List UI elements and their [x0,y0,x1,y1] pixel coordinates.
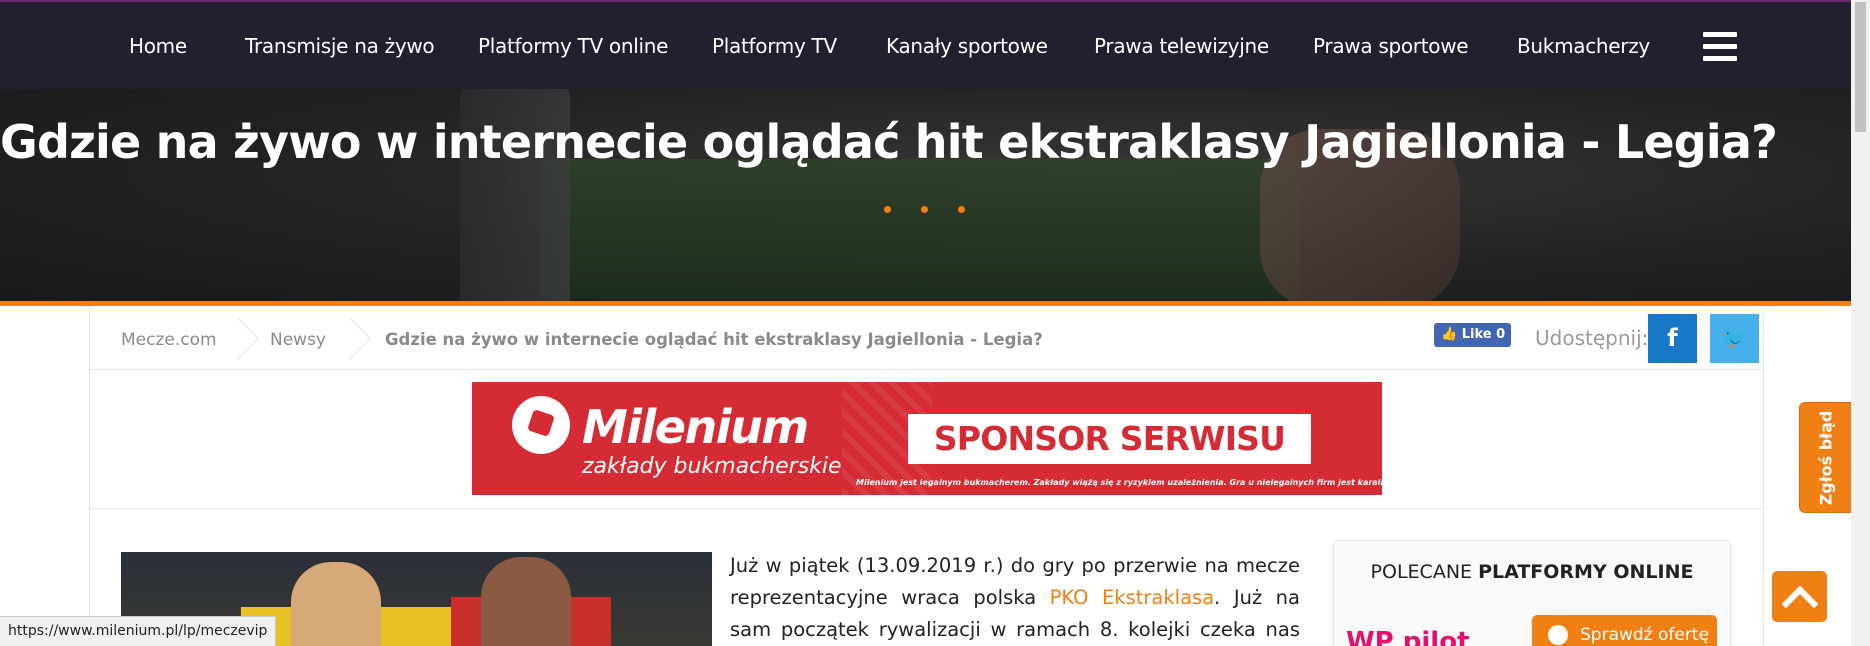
nav-item-tv-platforms[interactable]: Platformy TV [712,34,837,58]
facebook-icon: f [1667,324,1678,352]
breadcrumb-news[interactable]: Newsy [270,330,326,350]
twitter-icon: 🐦 [1720,326,1749,351]
banner-sponsor-label: SPONSOR SERWISU [908,414,1311,464]
page-scrollbar[interactable] [1851,0,1870,646]
report-error-tab[interactable]: Zgłoś błąd [1799,402,1853,513]
breadcrumb-current: Gdzie na żywo w internecie oglądać hit e… [385,330,1043,349]
breadcrumb-home[interactable]: Mecze.com [121,330,217,350]
sponsor-banner[interactable]: Milenium zakłady bukmacherskie SPONSOR S… [472,382,1382,495]
scrollbar-thumb[interactable] [1855,2,1866,132]
top-navigation: Home Transmisje na żywo Platformy TV onl… [0,0,1851,89]
nav-item-live-streams[interactable]: Transmisje na żywo [245,34,435,58]
nav-item-sports-rights[interactable]: Prawa sportowe [1313,34,1469,58]
nav-item-online-tv-platforms[interactable]: Platformy TV online [478,34,668,58]
banner-disclaimer: Milenium jest legalnym bukmacherem. Zakł… [856,478,1382,487]
slider-dot[interactable] [958,206,965,213]
link-status-bar: https://www.milenium.pl/lp/meczevip [0,616,277,646]
football-logo-icon [512,396,570,454]
banner-logo: Milenium [582,400,809,454]
facebook-like-button[interactable]: 👍 Like 0 [1434,323,1511,347]
slider-dot[interactable] [884,206,891,213]
slider-dot[interactable] [921,206,928,213]
page-title: Gdzie na żywo w internecie oglądać hit e… [0,115,1778,169]
nav-item-tv-rights[interactable]: Prawa telewizyjne [1094,34,1269,58]
nav-item-home[interactable]: Home [129,34,187,58]
breadcrumb: Mecze.com Newsy Gdzie na żywo w internec… [90,306,1763,370]
check-offer-button[interactable]: Sprawdź ofertę [1532,615,1717,646]
share-facebook-button[interactable]: f [1648,314,1697,363]
nav-item-bookmakers[interactable]: Bukmacherzy [1517,34,1650,58]
ekstraklasa-link[interactable]: PKO Ekstraklasa [1050,586,1214,609]
recommended-platforms-title: POLECANE PLATFORMY ONLINE [1370,561,1694,583]
main-content: Mecze.com Newsy Gdzie na żywo w internec… [89,306,1764,646]
ad-zone: Milenium zakłady bukmacherskie SPONSOR S… [90,370,1763,509]
breadcrumb-separator [242,306,262,370]
wp-pilot-logo[interactable]: WP pilot [1346,627,1470,646]
banner-logo-subtitle: zakłady bukmacherskie [582,454,842,479]
recommended-platforms-box: POLECANE PLATFORMY ONLINE WP pilot Spraw… [1333,540,1731,646]
article-lead: Już w piątek (13.09.2019 r.) do gry po p… [730,554,1300,641]
hero-banner: Gdzie na żywo w internecie oglądać hit e… [0,89,1851,303]
share-label: Udostępnij: [1535,326,1649,350]
hamburger-menu-icon[interactable] [1703,32,1737,62]
share-twitter-button[interactable]: 🐦 [1710,314,1759,363]
thumbs-up-icon: 👍 [1441,327,1462,342]
scroll-to-top-button[interactable] [1772,571,1827,622]
breadcrumb-separator [354,306,374,370]
nav-item-sports-channels[interactable]: Kanały sportowe [886,34,1048,58]
